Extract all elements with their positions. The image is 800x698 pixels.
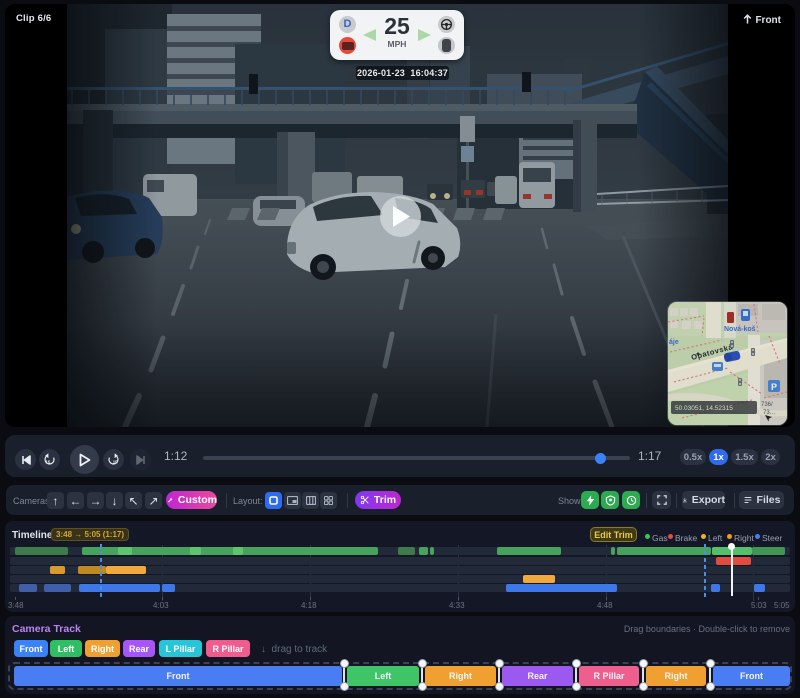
svg-text:15: 15: [45, 459, 50, 464]
svg-text:15: 15: [113, 459, 118, 464]
